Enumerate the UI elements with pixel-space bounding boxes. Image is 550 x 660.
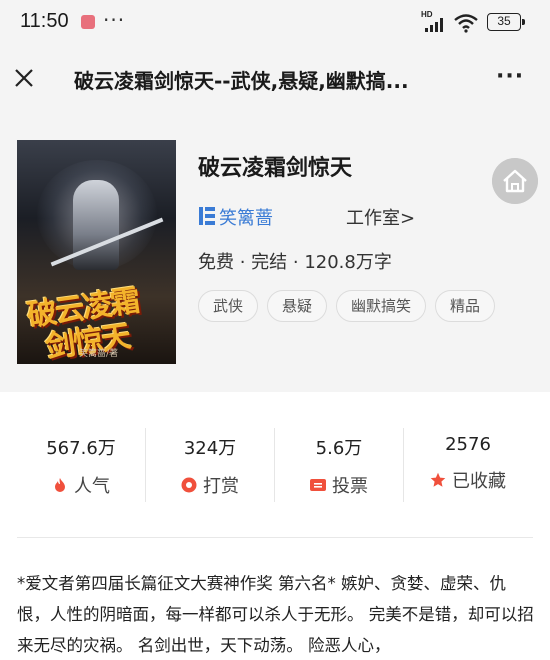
title-bar: 破云凌霜剑惊天--武侠,悬疑,幽默搞... ···	[0, 44, 550, 112]
stat-popularity[interactable]: 567.6万 人气	[21, 428, 141, 504]
stat-divider	[274, 428, 275, 502]
author-badge-icon	[199, 207, 215, 225]
star-icon	[430, 472, 446, 487]
fire-icon	[55, 478, 65, 492]
stat-divider	[145, 428, 146, 502]
signal-icon	[425, 18, 443, 32]
home-icon[interactable]	[492, 158, 538, 204]
book-meta: 免费 · 完结 · 120.8万字	[198, 252, 392, 273]
battery-tip	[522, 19, 525, 25]
stat-reward[interactable]: 324万 打赏	[150, 428, 270, 504]
book-cover-image[interactable]: 破云凌霜 剑惊天 笑篱蔷/著	[17, 140, 176, 364]
page-title: 破云凌霜剑惊天--武侠,悬疑,幽默搞...	[74, 69, 409, 93]
studio-link[interactable]: 工作室>	[346, 204, 415, 230]
tag-suspense[interactable]: 悬疑	[267, 290, 328, 322]
cover-author-mark: 笑篱蔷/著	[79, 349, 119, 359]
stat-vote[interactable]: 5.6万 投票	[279, 428, 399, 504]
stat-label: 打赏	[203, 476, 239, 497]
wifi-icon	[454, 14, 478, 33]
stat-collect[interactable]: 2576 已收藏	[408, 428, 528, 504]
reward-icon	[181, 477, 197, 493]
stat-value: 567.6万	[46, 438, 116, 459]
status-more-indicator: ···	[103, 8, 126, 32]
stat-value: 2576	[445, 434, 491, 455]
stat-label: 人气	[74, 476, 110, 497]
tag-humor[interactable]: 幽默搞笑	[336, 290, 427, 322]
close-icon[interactable]	[8, 62, 40, 94]
stat-value: 5.6万	[315, 438, 363, 459]
author-name-link[interactable]: 笑篱蔷	[219, 204, 273, 230]
tag-featured[interactable]: 精品	[435, 290, 496, 322]
tag-wuxia[interactable]: 武侠	[198, 290, 259, 322]
stats-row: 567.6万 人气 324万 打赏 5.6万 投票 2576 已收藏	[0, 428, 550, 504]
book-description[interactable]: *爱文者第四届长篇征文大赛神作奖 第六名* 嫉妒、贪婪、虚荣、仇恨，人性的阴暗面…	[17, 568, 537, 660]
cover-figure	[73, 180, 119, 270]
book-header: 破云凌霜 剑惊天 笑篱蔷/著 破云凌霜剑惊天 笑篱蔷 工作室> 免费 · 完结 …	[0, 112, 550, 392]
ticket-icon	[310, 479, 326, 491]
app-notification-icon	[81, 15, 95, 29]
status-bar: 11:50 ··· HD 35	[0, 0, 550, 44]
stat-label: 投票	[332, 476, 368, 497]
battery-icon: 35	[487, 13, 521, 31]
stat-divider	[403, 428, 404, 502]
stat-value: 324万	[183, 438, 237, 459]
stat-label: 已收藏	[452, 471, 506, 492]
book-name: 破云凌霜剑惊天	[198, 156, 353, 181]
more-options-button[interactable]: ···	[496, 64, 536, 92]
tag-list: 武侠 悬疑 幽默搞笑 精品	[198, 290, 496, 322]
status-time: 11:50	[20, 10, 69, 32]
section-divider	[17, 537, 533, 538]
